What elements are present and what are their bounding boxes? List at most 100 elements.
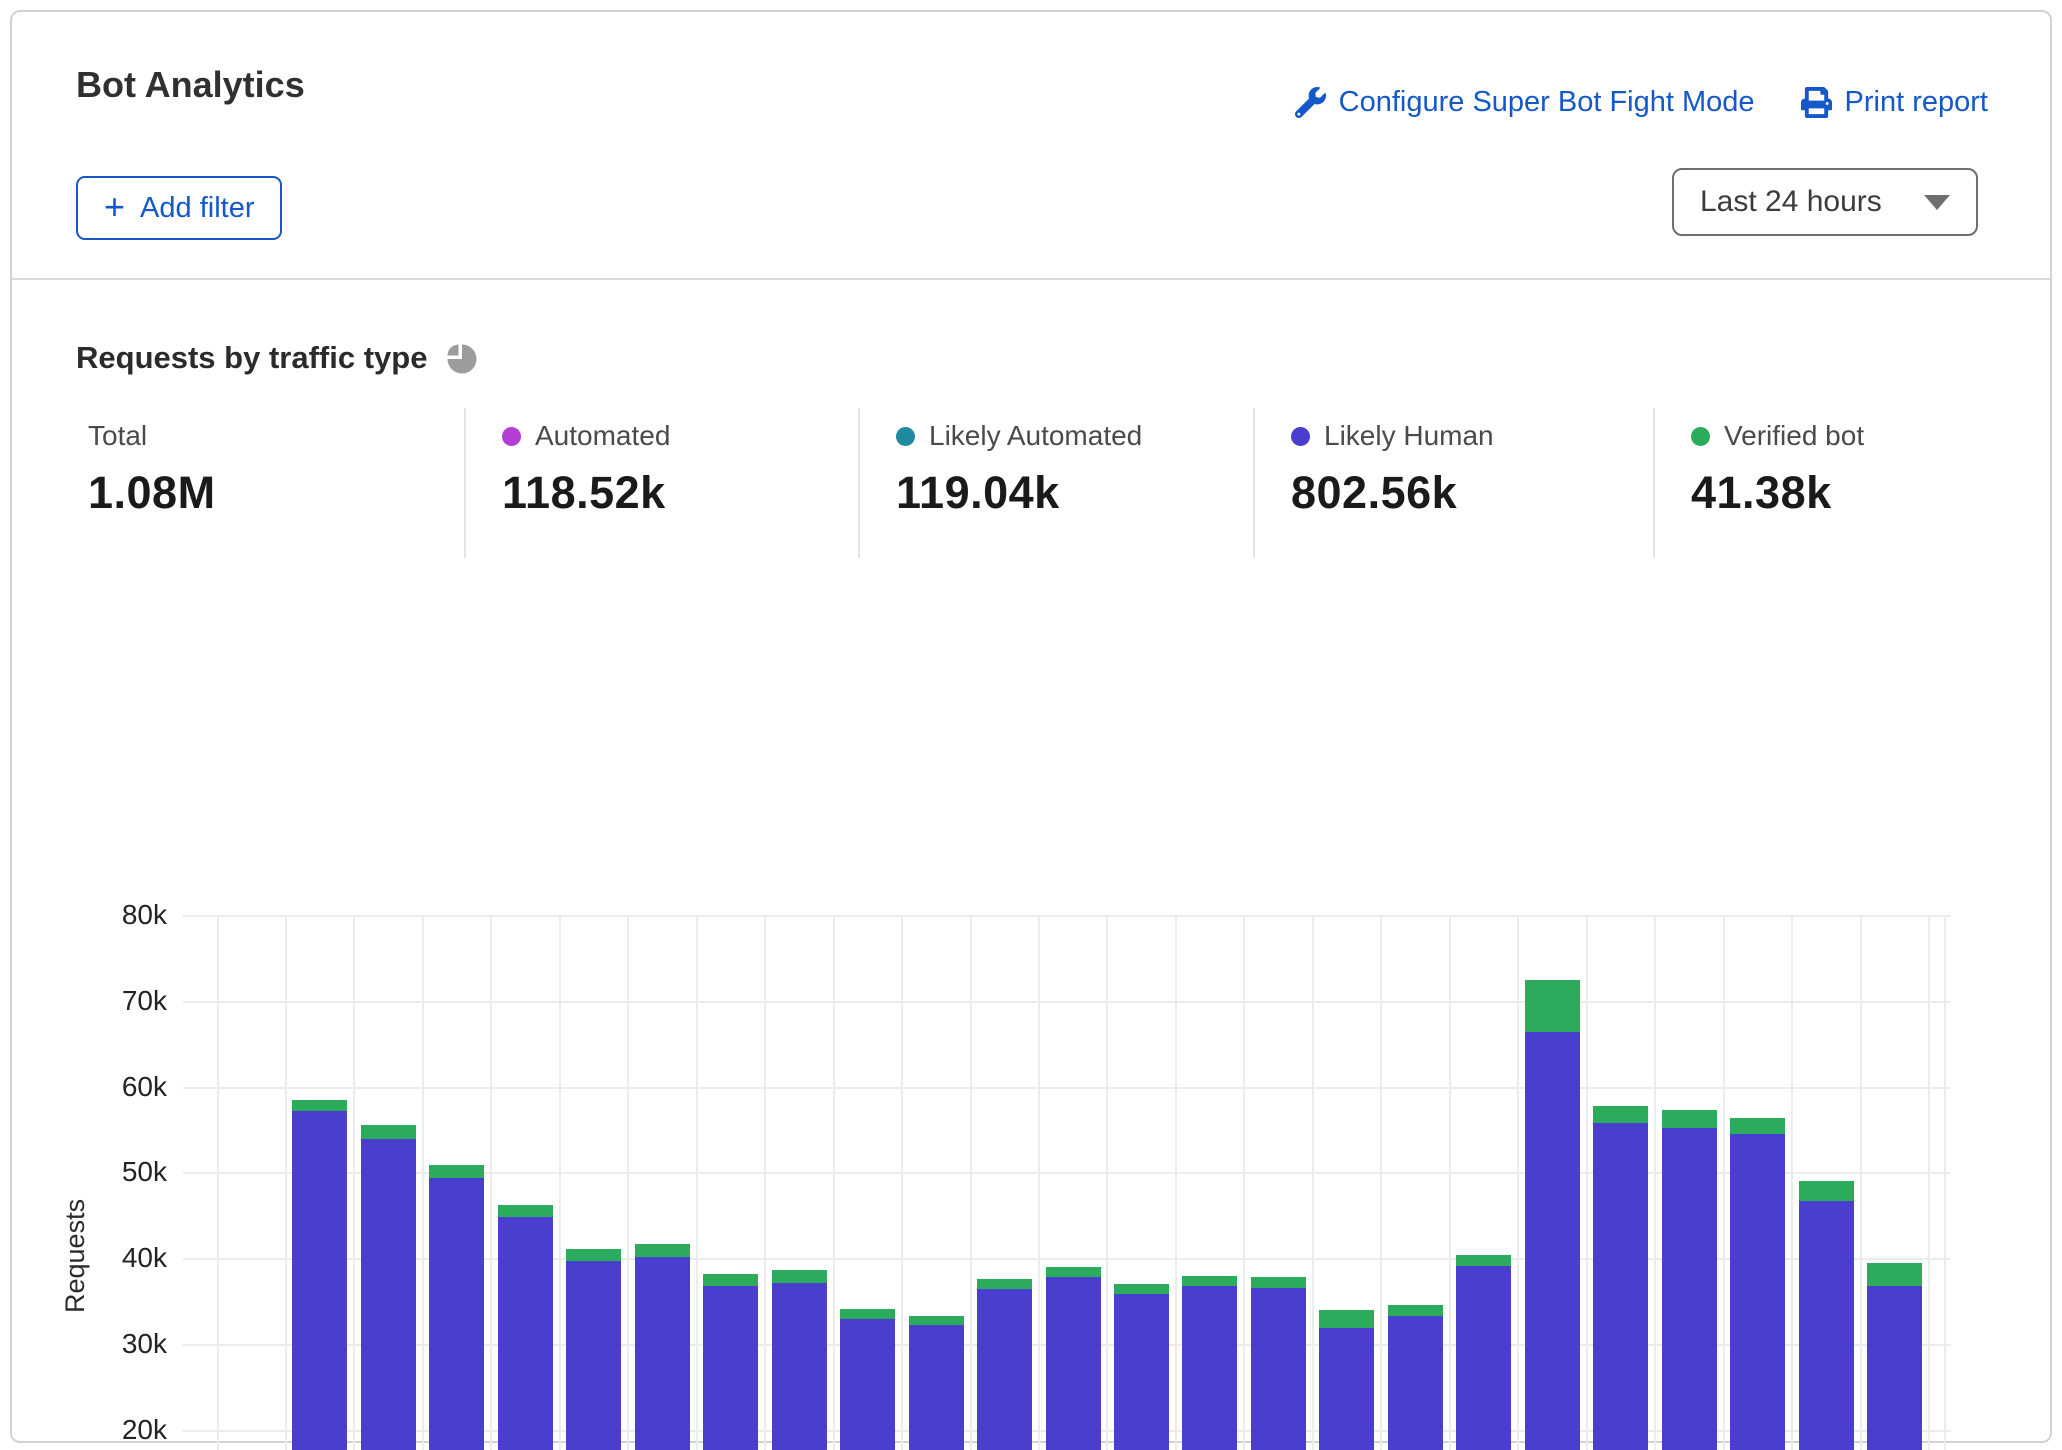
- stat-value: 802.56k: [1291, 467, 1653, 519]
- bar-segment-verified-bot: [566, 1249, 621, 1261]
- bar-segment-likely-human: [1867, 1286, 1922, 1450]
- v-gridline: [1449, 916, 1451, 1450]
- bar-segment-verified-bot: [1799, 1181, 1854, 1201]
- y-tick-label: 20k: [42, 1414, 167, 1446]
- bar-segment-verified-bot: [772, 1270, 827, 1283]
- bar-segment-verified-bot: [1114, 1284, 1169, 1294]
- bar-segment-likely-human: [1525, 1032, 1580, 1450]
- v-gridline: [901, 916, 903, 1450]
- bar-segment-verified-bot: [977, 1279, 1032, 1289]
- configure-super-bot-fight-mode-link[interactable]: Configure Super Bot Fight Mode: [1295, 86, 1755, 119]
- bar-segment-likely-human: [840, 1319, 895, 1450]
- v-gridline: [1586, 916, 1588, 1450]
- bar-segment-likely-human: [429, 1178, 484, 1450]
- card-header: Bot Analytics Configure Super Bot Fight …: [12, 12, 2050, 280]
- requests-chart[interactable]: Time (local) 010k20k30k40k50k60k70k80k11…: [187, 916, 1947, 1450]
- v-gridline: [1654, 916, 1656, 1450]
- card-body: Requests by traffic type Total1.08MAutom…: [12, 280, 2050, 1441]
- v-gridline: [285, 916, 287, 1450]
- bar-segment-verified-bot: [840, 1309, 895, 1319]
- printer-icon: [1801, 87, 1832, 118]
- bar-segment-likely-human: [1046, 1277, 1101, 1450]
- stat-likely-automated[interactable]: Likely Automated 119.04k: [858, 408, 1253, 558]
- stat-value: 1.08M: [88, 467, 464, 519]
- configure-link-label: Configure Super Bot Fight Mode: [1339, 86, 1755, 119]
- stat-label: Automated: [535, 420, 670, 452]
- v-gridline: [1380, 916, 1382, 1450]
- automated-legend-dot: [502, 427, 521, 446]
- stat-likely-human[interactable]: Likely Human 802.56k: [1253, 408, 1653, 558]
- bar-segment-likely-human: [1456, 1266, 1511, 1450]
- bar-segment-verified-bot: [1525, 980, 1580, 1031]
- bar-segment-likely-human: [1319, 1328, 1374, 1450]
- bar-segment-verified-bot: [1251, 1277, 1306, 1288]
- bar-segment-verified-bot: [1867, 1263, 1922, 1285]
- bar-segment-likely-human: [1593, 1123, 1648, 1450]
- v-gridline: [696, 916, 698, 1450]
- pie-chart-icon: [445, 342, 478, 375]
- section-heading: Requests by traffic type: [76, 340, 427, 376]
- bar-segment-likely-human: [1662, 1128, 1717, 1450]
- time-range-select[interactable]: Last 24 hours: [1672, 168, 1978, 236]
- bar-segment-verified-bot: [1456, 1255, 1511, 1266]
- v-gridline: [1312, 916, 1314, 1450]
- stat-label: Likely Human: [1324, 420, 1494, 452]
- bar-segment-likely-human: [977, 1289, 1032, 1450]
- bar-segment-likely-human: [361, 1139, 416, 1450]
- v-gridline: [1723, 916, 1725, 1450]
- bot-analytics-card: Bot Analytics Configure Super Bot Fight …: [10, 10, 2052, 1443]
- bar-segment-likely-human: [1730, 1134, 1785, 1450]
- y-tick-label: 70k: [42, 985, 167, 1017]
- stat-label-row: Verified bot: [1691, 420, 1990, 452]
- likely-human-legend-dot: [1291, 427, 1310, 446]
- stat-automated[interactable]: Automated 118.52k: [464, 408, 858, 558]
- bar-segment-verified-bot: [498, 1205, 553, 1217]
- time-range-value: Last 24 hours: [1700, 185, 1882, 219]
- stat-total[interactable]: Total 1.08M: [76, 408, 464, 558]
- v-gridline: [764, 916, 766, 1450]
- bar-segment-verified-bot: [361, 1125, 416, 1139]
- plus-icon: +: [104, 189, 125, 225]
- stat-label: Total: [88, 420, 147, 452]
- bar-segment-verified-bot: [292, 1100, 347, 1110]
- wrench-icon: [1295, 87, 1326, 118]
- bar-segment-verified-bot: [909, 1316, 964, 1325]
- bar-segment-likely-human: [498, 1217, 553, 1450]
- stat-label-row: Total: [88, 420, 464, 452]
- stat-value: 118.52k: [502, 467, 858, 519]
- bar-segment-likely-human: [1251, 1288, 1306, 1450]
- bar-segment-likely-human: [1799, 1201, 1854, 1450]
- stat-verified-bot[interactable]: Verified bot 41.38k: [1653, 408, 1990, 558]
- bar-segment-verified-bot: [703, 1274, 758, 1287]
- v-gridline: [1791, 916, 1793, 1450]
- add-filter-button[interactable]: + Add filter: [76, 176, 282, 240]
- stat-value: 41.38k: [1691, 467, 1990, 519]
- stat-label-row: Likely Automated: [896, 420, 1253, 452]
- y-tick-label: 40k: [42, 1242, 167, 1274]
- bar-segment-likely-human: [772, 1283, 827, 1450]
- verified-bot-legend-dot: [1691, 427, 1710, 446]
- v-gridline: [1860, 916, 1862, 1450]
- bar-segment-verified-bot: [1593, 1106, 1648, 1123]
- y-tick-label: 60k: [42, 1071, 167, 1103]
- print-link-label: Print report: [1845, 86, 1988, 119]
- print-report-link[interactable]: Print report: [1801, 86, 1988, 119]
- stat-value: 119.04k: [896, 467, 1253, 519]
- bar-segment-verified-bot: [429, 1165, 484, 1179]
- v-gridline: [1243, 916, 1245, 1450]
- bar-segment-likely-human: [1388, 1316, 1443, 1450]
- chevron-down-icon: [1924, 195, 1950, 210]
- bar-segment-likely-human: [292, 1111, 347, 1450]
- bar-segment-verified-bot: [1182, 1276, 1237, 1286]
- v-gridline: [559, 916, 561, 1450]
- v-gridline: [353, 916, 355, 1450]
- stat-label: Likely Automated: [929, 420, 1142, 452]
- bar-segment-likely-human: [1182, 1286, 1237, 1450]
- bar-segment-verified-bot: [1730, 1118, 1785, 1134]
- stats-row: Total1.08MAutomated118.52kLikely Automat…: [76, 408, 1990, 558]
- h-gridline: [183, 1001, 1951, 1003]
- bar-segment-verified-bot: [1046, 1267, 1101, 1277]
- page-title: Bot Analytics: [76, 64, 305, 106]
- v-gridline: [217, 916, 219, 1450]
- bar-segment-verified-bot: [635, 1244, 690, 1258]
